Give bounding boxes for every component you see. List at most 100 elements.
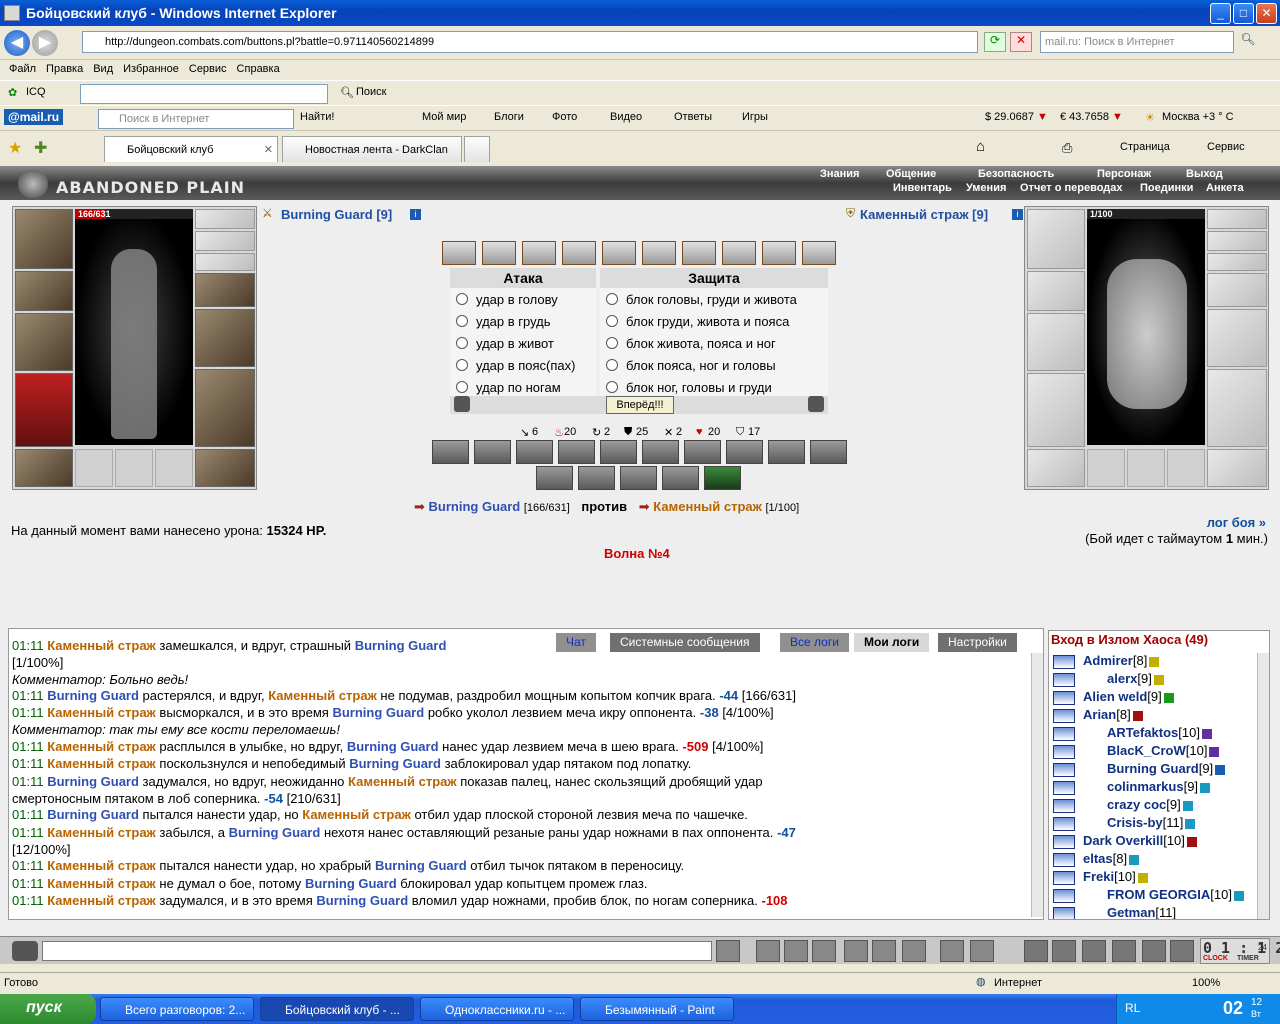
menu-edit[interactable]: Правка	[41, 60, 88, 80]
tab-combats[interactable]: Бойцовский клуб ✕	[104, 136, 278, 162]
empty-slot[interactable]	[75, 449, 113, 487]
radio-button[interactable]	[456, 359, 468, 371]
link-skills[interactable]: Умения	[966, 182, 1006, 194]
taskbar-item[interactable]: Одноклассники.ru - ...	[420, 997, 574, 1021]
link-battles[interactable]: Поединки	[1140, 182, 1193, 194]
attack-option[interactable]: удар по ногам	[450, 376, 596, 398]
link-character[interactable]: Персонаж	[1097, 168, 1151, 180]
skill-button[interactable]	[810, 440, 847, 464]
private-message-icon[interactable]	[1053, 691, 1075, 705]
player-entry[interactable]: colinmarkus[9]	[1107, 779, 1211, 794]
radio-button[interactable]	[606, 315, 618, 327]
log-target[interactable]: Каменный страж	[348, 774, 457, 789]
private-message-icon[interactable]	[1053, 709, 1075, 723]
search-input[interactable]: mail.ru: Поиск в Интернет	[1040, 31, 1234, 53]
mailru-search-input[interactable]: Поиск в Интернет	[98, 109, 294, 129]
log-target[interactable]: Burning Guard	[347, 739, 439, 754]
answers-link[interactable]: Ответы	[674, 111, 712, 123]
menu-file[interactable]: Файл	[4, 60, 41, 80]
radio-button[interactable]	[456, 337, 468, 349]
chat-icon[interactable]	[12, 941, 38, 961]
strike-button[interactable]	[522, 241, 556, 265]
private-message-icon[interactable]	[1053, 871, 1075, 885]
weather-text[interactable]: Москва +3 ° C	[1162, 111, 1234, 123]
back-button[interactable]: ◀	[4, 30, 30, 56]
info-icon[interactable]	[1129, 854, 1140, 865]
log-tab-settings[interactable]: Настройки	[938, 633, 1017, 652]
private-message-icon[interactable]	[1053, 889, 1075, 903]
log-tab-mine[interactable]: Мои логи	[854, 633, 930, 652]
strike-button[interactable]	[722, 241, 756, 265]
clear-icon[interactable]	[756, 940, 780, 962]
log-target[interactable]: Burning Guard	[305, 876, 397, 891]
attack-option[interactable]: удар в живот	[450, 332, 596, 354]
shield-slot[interactable]	[195, 309, 255, 367]
video-link[interactable]: Видео	[610, 111, 642, 123]
armor-slot[interactable]	[15, 373, 73, 447]
player-entry[interactable]: Arian[8]	[1083, 707, 1143, 722]
log-actor[interactable]: Burning Guard	[47, 774, 139, 789]
log-tab-all[interactable]: Все логи	[780, 633, 849, 652]
forward-button[interactable]: ▶	[32, 30, 58, 56]
url-input[interactable]: http://dungeon.combats.com/buttons.pl?ba…	[82, 31, 978, 53]
log-actor[interactable]: Каменный страж	[47, 638, 156, 653]
translit-icon[interactable]	[872, 940, 896, 962]
log-actor[interactable]: Каменный страж	[47, 705, 156, 720]
find-button[interactable]: Найти!	[300, 111, 334, 123]
attack-option[interactable]: удар в грудь	[450, 310, 596, 332]
info-icon[interactable]	[1182, 800, 1193, 811]
link-knowledge[interactable]: Знания	[820, 168, 859, 180]
strike-button[interactable]	[762, 241, 796, 265]
info-icon[interactable]	[1215, 764, 1226, 775]
new-tab-button[interactable]	[464, 136, 490, 162]
earrings-slot[interactable]	[195, 209, 255, 229]
menu-favorites[interactable]: Избранное	[118, 60, 184, 80]
enemy-info-icon[interactable]: i	[1012, 209, 1023, 220]
player-entry[interactable]: eltas[8]	[1083, 851, 1140, 866]
menu-tools[interactable]: Сервис	[184, 60, 232, 80]
page-menu[interactable]: Страница	[1120, 141, 1170, 153]
player-entry[interactable]: Getman[11]	[1107, 905, 1176, 919]
log-actor[interactable]: Burning Guard	[47, 688, 139, 703]
info-icon[interactable]	[1233, 890, 1244, 901]
defense-option[interactable]: блок живота, пояса и ног	[600, 332, 828, 354]
log-target[interactable]: Burning Guard	[375, 858, 467, 873]
skill-button[interactable]	[662, 466, 699, 490]
log-target[interactable]: Каменный страж	[268, 688, 377, 703]
gloves-slot[interactable]	[195, 273, 255, 307]
forward-button[interactable]: Вперёд!!!	[606, 396, 674, 414]
log-target[interactable]: Каменный страж	[302, 807, 411, 822]
save-icon[interactable]	[812, 940, 836, 962]
my-world-link[interactable]: Мой мир	[422, 111, 466, 123]
skill-button[interactable]	[768, 440, 805, 464]
link-security[interactable]: Безопасность	[978, 168, 1054, 180]
log-scrollbar[interactable]	[1031, 653, 1043, 917]
action-icon[interactable]	[1052, 940, 1076, 962]
skill-button[interactable]	[642, 440, 679, 464]
versus-player[interactable]: Burning Guard	[429, 499, 521, 514]
zoom-level[interactable]: 100%	[1192, 977, 1220, 989]
home-icon[interactable]: ⌂	[976, 138, 985, 155]
action-icon[interactable]	[1142, 940, 1166, 962]
player-info-icon[interactable]: i	[410, 209, 421, 220]
settings-icon[interactable]	[970, 940, 994, 962]
favorites-star-icon[interactable]: ★	[8, 138, 22, 158]
player-entry[interactable]: Freki[10]	[1083, 869, 1148, 884]
info-icon[interactable]	[1153, 674, 1164, 685]
skill-button[interactable]	[726, 440, 763, 464]
radio-button[interactable]	[606, 293, 618, 305]
mailru-logo[interactable]: @mail.ru	[4, 109, 64, 125]
log-actor[interactable]: Каменный страж	[47, 739, 156, 754]
log-tab-system[interactable]: Системные сообщения	[610, 633, 760, 652]
search-icon[interactable]: 🔍︎	[1238, 32, 1258, 52]
radio-button[interactable]	[456, 293, 468, 305]
taskbar-item-active[interactable]: Бойцовский клуб - ...	[260, 997, 414, 1021]
info-icon[interactable]	[1185, 818, 1196, 829]
strike-button[interactable]	[482, 241, 516, 265]
link-inventory[interactable]: Инвентарь	[893, 182, 952, 194]
radio-button[interactable]	[456, 315, 468, 327]
player-entry[interactable]: Alien weld[9]	[1083, 689, 1174, 704]
menu-help[interactable]: Справка	[232, 60, 285, 80]
smile-icon[interactable]	[940, 940, 964, 962]
skill-button[interactable]	[516, 440, 553, 464]
